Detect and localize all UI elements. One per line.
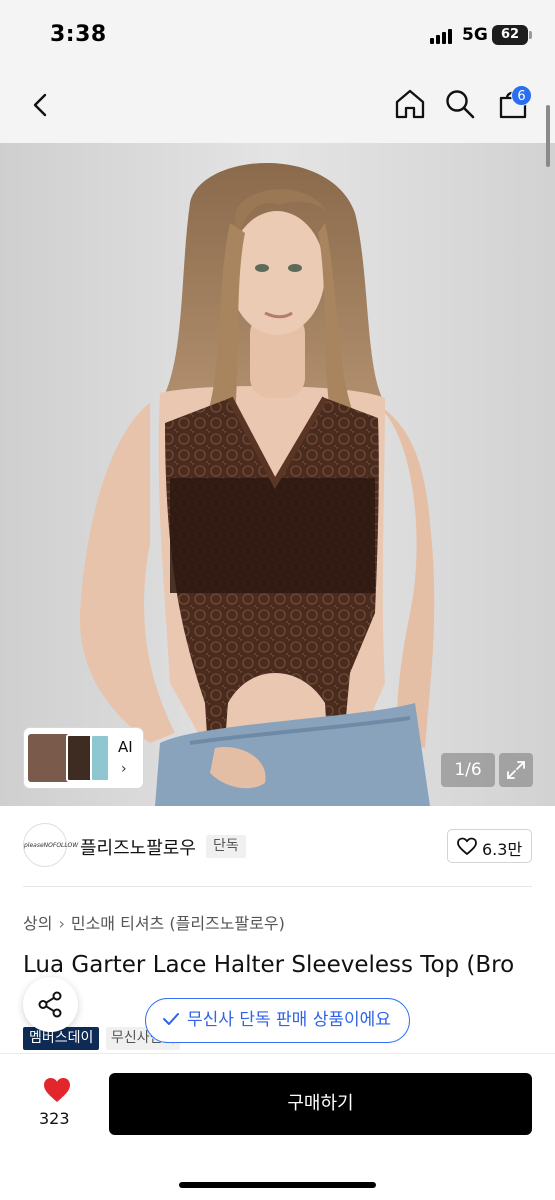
check-icon xyxy=(163,999,179,1041)
breadcrumb-category[interactable]: 상의 xyxy=(23,910,52,934)
wishlist-count: 323 xyxy=(39,1109,70,1128)
back-arrow-icon[interactable] xyxy=(26,90,56,120)
share-button[interactable] xyxy=(23,977,78,1032)
home-indicator[interactable] xyxy=(179,1182,376,1188)
top-nav: 6 xyxy=(0,70,555,143)
ai-label: AI xyxy=(118,738,133,756)
product-image-gallery[interactable] xyxy=(0,143,555,806)
battery-cap xyxy=(529,31,532,39)
breadcrumb: 상의 › 민소매 티셔츠 (플리즈노팔로우) xyxy=(23,910,285,934)
image-counter: 1/6 xyxy=(441,753,495,787)
scroll-indicator[interactable] xyxy=(546,105,550,167)
brand-like-button[interactable]: 6.3만 xyxy=(447,829,532,863)
breadcrumb-subcategory[interactable]: 민소매 티셔츠 (플리즈노팔로우) xyxy=(71,910,285,934)
product-page: 3:38 5G 62 6 AI › 1/6 pleaseNOFOLLOW 플리즈… xyxy=(0,0,555,1200)
breadcrumb-separator: › xyxy=(58,914,65,933)
signal-icon xyxy=(430,28,456,44)
brand-logo[interactable]: pleaseNOFOLLOW xyxy=(23,823,78,867)
ai-similar-looks-card[interactable]: AI › xyxy=(24,728,143,788)
members-day-badge: 멤버스데이 xyxy=(23,1027,100,1050)
buy-button[interactable]: 구매하기 xyxy=(109,1073,532,1135)
battery-icon: 62 xyxy=(492,25,528,45)
expand-icon[interactable] xyxy=(499,753,533,787)
toast-text: 무신사 단독 판매 상품이에요 xyxy=(187,1010,391,1030)
product-title: Lua Garter Lace Halter Sleeveless Top (B… xyxy=(23,952,515,978)
thumbnail-image-1 xyxy=(28,734,70,782)
status-time: 3:38 xyxy=(50,22,107,47)
home-icon[interactable] xyxy=(393,87,427,121)
product-photo xyxy=(0,143,555,806)
chevron-right-icon: › xyxy=(121,761,127,777)
bottom-action-bar: 323 구매하기 xyxy=(0,1053,555,1200)
brand-name[interactable]: 플리즈노팔로우 xyxy=(80,834,196,860)
heart-filled-icon[interactable] xyxy=(43,1077,71,1107)
thumbnail-image-3 xyxy=(90,734,110,782)
brand-like-count: 6.3만 xyxy=(482,840,523,859)
status-bar: 3:38 5G 62 xyxy=(0,0,555,70)
heart-outline-icon xyxy=(457,837,477,861)
exclusive-badge: 단독 xyxy=(206,835,246,858)
exclusive-toast: 무신사 단독 판매 상품이에요 xyxy=(145,998,410,1043)
section-divider xyxy=(23,886,532,887)
cart-count-badge: 6 xyxy=(511,85,532,106)
search-icon[interactable] xyxy=(444,88,476,120)
share-icon xyxy=(38,991,62,1018)
network-type: 5G xyxy=(462,25,488,45)
